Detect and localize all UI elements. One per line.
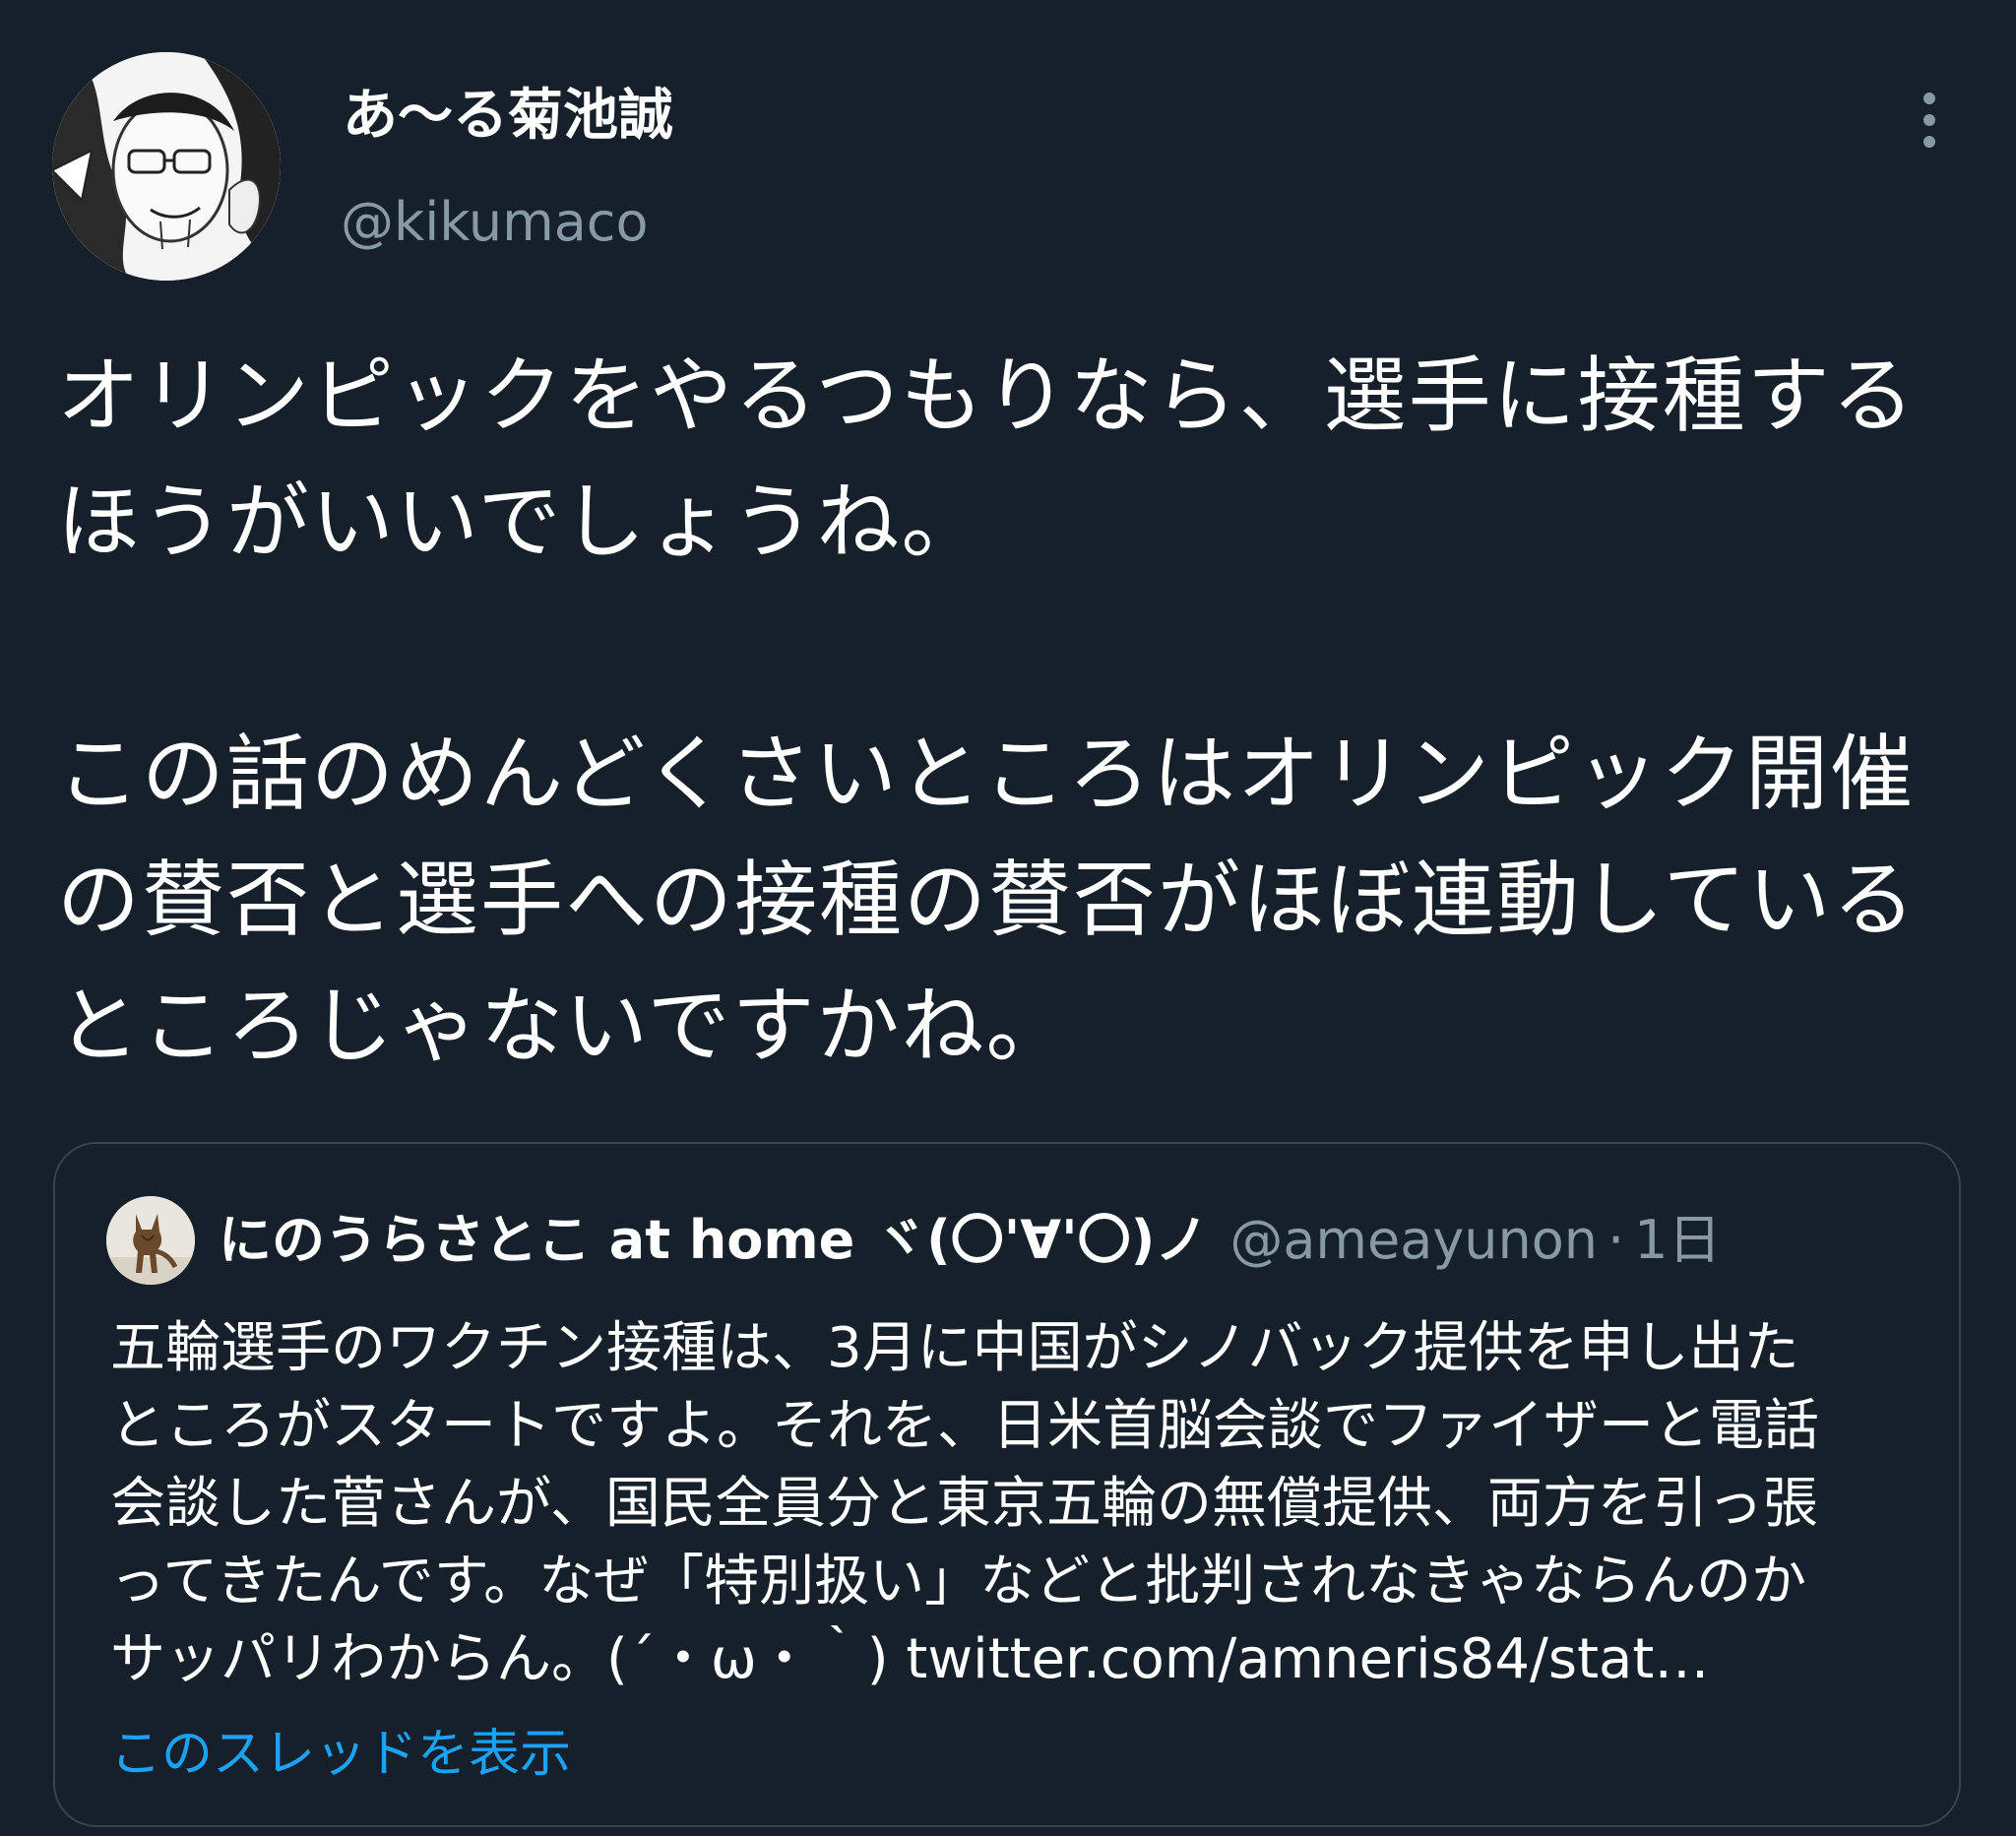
quoted-timestamp[interactable]: 1日 xyxy=(1634,1209,1721,1271)
quoted-display-name[interactable]: にのうらさとこ at home ヾ(〇'∀'〇)ノ xyxy=(219,1209,1208,1271)
quoted-tweet-header: にのうらさとこ at home ヾ(〇'∀'〇)ノ @ameayunon · 1日 xyxy=(219,1201,1722,1280)
quoted-author-avatar[interactable] xyxy=(106,1196,195,1285)
author-avatar[interactable] xyxy=(52,52,281,281)
author-avatar-image xyxy=(52,52,281,281)
tweet-paragraph: この話のめんどくさいところはオリンピック開催 の賛否と選手への接種の賛否がほぼ連… xyxy=(57,726,1918,1074)
show-thread-link[interactable]: このスレッドを表示 xyxy=(110,1715,571,1794)
quoted-tweet[interactable]: にのうらさとこ at home ヾ(〇'∀'〇)ノ @ameayunon · 1日 五… xyxy=(53,1142,1961,1827)
quoted-tweet-text: 五輪選手のワクチン接種は、3月に中国がシノバック提供を申し出た ところがスタート… xyxy=(110,1316,1819,1691)
author-display-name[interactable]: あ〜る菊池誠 xyxy=(343,77,673,156)
more-vertical-icon[interactable] xyxy=(1910,89,1949,152)
quoted-separator: · xyxy=(1607,1209,1625,1271)
tweet: あ〜る菊池誠 @kikumaco オリンピックをやるつもりなら、選手に接種する … xyxy=(0,0,2016,1836)
quoted-author-avatar-image xyxy=(106,1196,195,1285)
quoted-handle[interactable]: @ameayunon xyxy=(1229,1209,1598,1271)
tweet-paragraph: オリンピックをやるつもりなら、選手に接種する ほうがいいでしょうね。 xyxy=(57,348,1917,570)
author-handle[interactable]: @kikumaco xyxy=(341,185,649,260)
tweet-text: オリンピックをやるつもりなら、選手に接種する ほうがいいでしょうね。 この話のめ… xyxy=(57,333,1957,1089)
